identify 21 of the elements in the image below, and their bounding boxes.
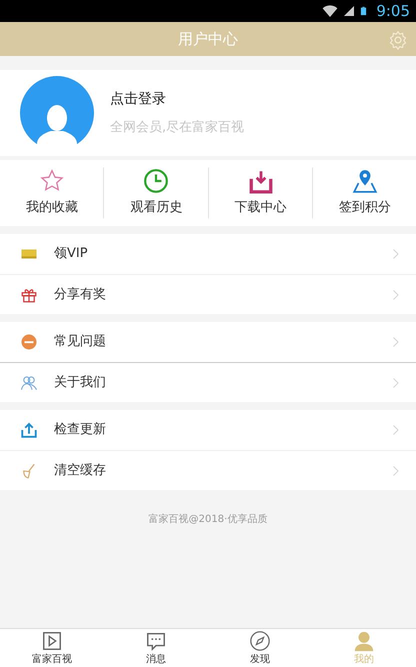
wifi-icon — [321, 3, 340, 19]
tab-button[interactable]: 富家百视 — [0, 629, 104, 667]
person-icon — [353, 630, 375, 652]
shortcut-button[interactable]: 我的收藏 — [0, 167, 104, 219]
message-icon — [145, 630, 167, 652]
tab-button[interactable]: 消息 — [104, 629, 208, 667]
upload-icon — [20, 421, 38, 439]
play-icon — [41, 630, 63, 652]
login-link[interactable]: 点击登录 — [110, 88, 244, 110]
compass-icon — [249, 630, 271, 652]
tab-button[interactable]: 发现 — [208, 629, 312, 667]
location-icon — [352, 168, 378, 194]
shortcut-button[interactable]: 观看历史 — [104, 167, 208, 219]
status-time: 9:05 — [376, 0, 410, 22]
shortcut-button[interactable]: 签到积分 — [312, 167, 416, 219]
clock-icon — [143, 168, 170, 194]
copyright-text: 富家百视@2018·优享品质 — [148, 512, 268, 527]
people-icon — [20, 374, 38, 392]
page-title: 用户中心 — [178, 28, 238, 50]
profile-subtitle: 全网会员,尽在富家百视 — [110, 118, 244, 137]
shortcut-button[interactable]: 下载中心 — [208, 167, 313, 219]
